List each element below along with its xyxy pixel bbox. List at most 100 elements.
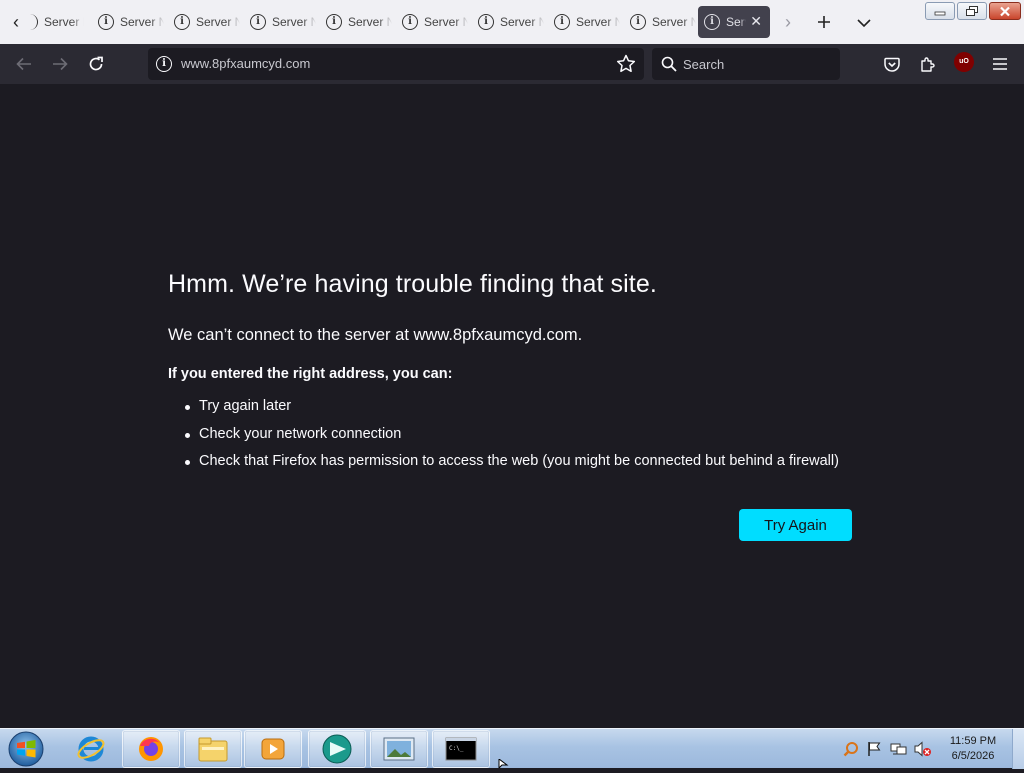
command-prompt-icon: C:\_: [445, 737, 477, 761]
minimize-icon: [934, 11, 946, 16]
clock-time: 11:59 PM: [949, 735, 997, 747]
error-title: Hmm. We’re having trouble finding that s…: [168, 270, 657, 298]
scroll-tabs-left-icon[interactable]: ‹: [6, 8, 26, 36]
bookmark-star-icon[interactable]: [616, 54, 636, 73]
internet-explorer-icon: [77, 736, 105, 762]
tab-server-not-found-7[interactable]: i Server Not Found: [548, 6, 620, 38]
tab-server-not-found-5[interactable]: i Server Not Found: [396, 6, 468, 38]
tab-title: Server Not Found: [120, 15, 164, 29]
tab-server-not-found-1[interactable]: i Server Not Found: [92, 6, 164, 38]
back-button[interactable]: [10, 50, 38, 78]
puzzle-icon: [921, 57, 935, 72]
error-hint: If you entered the right address, you ca…: [168, 366, 453, 382]
close-tab-icon[interactable]: ✕: [750, 13, 762, 30]
suggestion-item: Check that Firefox has permission to acc…: [168, 453, 839, 481]
extensions-button[interactable]: [914, 50, 942, 78]
show-desktop-button[interactable]: [1012, 729, 1024, 769]
tab-server-not-found-6[interactable]: i Server Not Found: [472, 6, 544, 38]
tab-title: Server Not Found: [196, 15, 240, 29]
suggestion-list: Try again later Check your network conne…: [168, 398, 839, 481]
windows-taskbar: C:\_ 11:59 PM 6/5/2026: [0, 728, 1024, 769]
info-icon: i: [250, 14, 266, 30]
tab-server-not-found-3[interactable]: i Server Not Found: [244, 6, 316, 38]
search-placeholder: Search: [683, 57, 725, 72]
hamburger-menu-icon: [993, 58, 1007, 70]
firefox-icon: [139, 737, 163, 761]
network-icon[interactable]: [890, 741, 908, 757]
info-icon: i: [174, 14, 190, 30]
info-icon: i: [402, 14, 418, 30]
chevron-down-icon: [857, 19, 871, 28]
minimize-button[interactable]: [925, 2, 955, 20]
speaker-muted-icon[interactable]: [914, 741, 932, 757]
arrow-right-icon: [53, 57, 68, 71]
search-tray-icon[interactable]: [843, 741, 859, 757]
tab-title: Server Not Found: [500, 15, 544, 29]
svg-text:C:\_: C:\_: [449, 745, 464, 752]
taskbar-internet-explorer[interactable]: [62, 730, 120, 768]
tab-title: Server Not Found: [726, 15, 746, 29]
tab-partial[interactable]: Server Not Found: [24, 6, 84, 38]
taskbar-command-prompt[interactable]: C:\_: [432, 730, 490, 768]
clock-date: 6/5/2026: [951, 750, 995, 762]
list-all-tabs-button[interactable]: [850, 8, 878, 36]
system-clock[interactable]: 11:59 PM 6/5/2026: [940, 734, 1006, 764]
reload-button[interactable]: [82, 50, 110, 78]
pocket-button[interactable]: [878, 50, 906, 78]
start-button[interactable]: [6, 730, 46, 768]
photo-viewer-icon: [383, 737, 415, 761]
restore-button[interactable]: [957, 2, 987, 20]
pocket-icon: [884, 57, 900, 72]
tab-title: Server Not Found: [652, 15, 696, 29]
restore-icon: [966, 6, 978, 16]
close-icon: [1000, 6, 1010, 17]
tab-title: Server Not Found: [44, 15, 84, 29]
tab-server-not-found-2[interactable]: i Server Not Found: [168, 6, 240, 38]
tab-strip: ‹ Server Not Found i Server Not Found i …: [0, 0, 1024, 44]
tab-title: Server Not Found: [348, 15, 392, 29]
ublock-origin-icon[interactable]: uO: [954, 52, 974, 72]
info-icon: i: [704, 14, 720, 30]
close-window-button[interactable]: [989, 2, 1021, 20]
folder-icon: [198, 737, 228, 762]
tab-title: Server Not Found: [272, 15, 316, 29]
taskbar-firefox[interactable]: [122, 730, 180, 768]
info-icon: i: [630, 14, 646, 30]
forward-button[interactable]: [46, 50, 74, 78]
search-icon: [661, 56, 677, 72]
plus-icon: [818, 16, 830, 28]
action-center-flag-icon[interactable]: [866, 741, 882, 757]
arrow-left-icon: [16, 57, 31, 71]
tab-title: Server Not Found: [576, 15, 620, 29]
suggestion-item: Try again later: [168, 398, 839, 426]
search-bar[interactable]: Search: [652, 48, 840, 80]
mouse-cursor-icon: [498, 759, 509, 768]
suggestion-item: Check your network connection: [168, 426, 839, 454]
taskbar-media-player[interactable]: [244, 730, 302, 768]
tab-server-not-found-4[interactable]: i Server Not Found: [320, 6, 392, 38]
tab-server-not-found-active[interactable]: i Server Not Found ✕: [698, 6, 770, 38]
tab-server-not-found-8[interactable]: i Server Not Found: [624, 6, 696, 38]
taskbar-file-explorer[interactable]: [184, 730, 242, 768]
url-text[interactable]: www.8pfxaumcyd.com: [181, 56, 310, 71]
windows-start-icon: [8, 731, 44, 767]
taskbar-vpn-app[interactable]: [308, 730, 366, 768]
tab-title: Server Not Found: [424, 15, 468, 29]
media-player-icon: [261, 738, 285, 760]
try-again-button[interactable]: Try Again: [739, 509, 852, 541]
new-tab-button[interactable]: [810, 8, 838, 36]
url-bar[interactable]: i www.8pfxaumcyd.com: [148, 48, 644, 80]
info-icon: i: [326, 14, 342, 30]
reload-icon: [89, 56, 103, 71]
error-description: We can’t connect to the server at www.8p…: [168, 326, 583, 344]
app-menu-button[interactable]: [986, 50, 1014, 78]
error-page: Hmm. We’re having trouble finding that s…: [0, 84, 1024, 728]
globe-app-icon: [322, 734, 352, 764]
taskbar-photo-viewer[interactable]: [370, 730, 428, 768]
site-info-icon[interactable]: i: [156, 56, 172, 72]
navigation-toolbar: i www.8pfxaumcyd.com Search uO: [0, 44, 1024, 84]
info-icon: i: [478, 14, 494, 30]
tab-close-partial-icon: [30, 14, 38, 30]
scroll-tabs-right-icon[interactable]: ›: [778, 8, 798, 36]
info-icon: i: [98, 14, 114, 30]
